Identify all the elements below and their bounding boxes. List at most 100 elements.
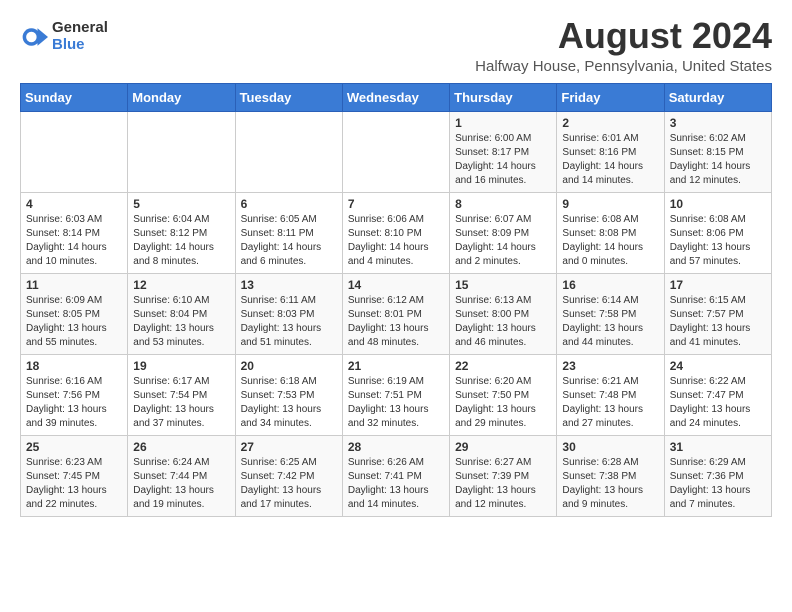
calendar-day-cell: 25 Sunrise: 6:23 AM Sunset: 7:45 PM Dayli…: [21, 435, 128, 516]
logo-general-label: General: [52, 20, 108, 37]
day-number: 15: [455, 278, 551, 292]
day-info: Sunrise: 6:22 AM Sunset: 7:47 PM Dayligh…: [670, 375, 766, 431]
day-number: 8: [455, 197, 551, 211]
day-number: 21: [348, 359, 444, 373]
logo: General Blue: [20, 20, 108, 53]
calendar-day-cell: 14Sunrise: 6:12 AM Sunset: 8:01 PM Dayli…: [342, 273, 449, 354]
day-info: Sunrise: 6:28 AM Sunset: 7:38 PM Dayligh…: [562, 456, 658, 512]
day-info: Sunrise: 6:07 AM Sunset: 8:09 PM Dayligh…: [455, 213, 551, 269]
day-info: Sunrise: 6:16 AM Sunset: 7:56 PM Dayligh…: [26, 375, 122, 431]
calendar-day-cell: 12 Sunrise: 6:10 AM Sunset: 8:04 PM Dayli…: [128, 273, 235, 354]
day-info: Sunrise: 6:10 AM Sunset: 8:04 PM Dayligh…: [133, 294, 229, 350]
day-number: 26: [133, 440, 229, 454]
day-number: 23: [562, 359, 658, 373]
weekday-header-monday: Monday: [128, 83, 235, 111]
calendar-day-cell: 3 Sunrise: 6:02 AM Sunset: 8:15 PM Daylig…: [664, 111, 771, 192]
calendar-day-cell: 30 Sunrise: 6:28 AM Sunset: 7:38 PM Dayli…: [557, 435, 664, 516]
calendar-day-cell: 22 Sunrise: 6:20 AM Sunset: 7:50 PM Dayli…: [450, 354, 557, 435]
day-number: 11: [26, 278, 122, 292]
calendar-day-cell: 18 Sunrise: 6:16 AM Sunset: 7:56 PM Dayli…: [21, 354, 128, 435]
calendar-day-cell: 8 Sunrise: 6:07 AM Sunset: 8:09 PM Daylig…: [450, 192, 557, 273]
calendar-day-cell: 17 Sunrise: 6:15 AM Sunset: 7:57 PM Dayli…: [664, 273, 771, 354]
day-info: Sunrise: 6:09 AM Sunset: 8:05 PM Dayligh…: [26, 294, 122, 350]
calendar-week-row: 1 Sunrise: 6:00 AM Sunset: 8:17 PM Daylig…: [21, 111, 772, 192]
empty-cell: [128, 111, 235, 192]
calendar-day-cell: 29 Sunrise: 6:27 AM Sunset: 7:39 PM Dayli…: [450, 435, 557, 516]
day-number: 28: [348, 440, 444, 454]
day-number: 3: [670, 116, 766, 130]
location-subtitle: Halfway House, Pennsylvania, United Stat…: [475, 58, 772, 75]
day-number: 27: [241, 440, 337, 454]
day-info: Sunrise: 6:05 AM Sunset: 8:11 PM Dayligh…: [241, 213, 337, 269]
empty-cell: [342, 111, 449, 192]
calendar-table: SundayMondayTuesdayWednesdayThursdayFrid…: [20, 83, 772, 517]
day-info: Sunrise: 6:02 AM Sunset: 8:15 PM Dayligh…: [670, 132, 766, 188]
calendar-day-cell: 9Sunrise: 6:08 AM Sunset: 8:08 PM Daylig…: [557, 192, 664, 273]
day-number: 7: [348, 197, 444, 211]
calendar-day-cell: 13 Sunrise: 6:11 AM Sunset: 8:03 PM Dayli…: [235, 273, 342, 354]
day-info: Sunrise: 6:03 AM Sunset: 8:14 PM Dayligh…: [26, 213, 122, 269]
day-number: 12: [133, 278, 229, 292]
day-number: 9: [562, 197, 658, 211]
day-info: Sunrise: 6:14 AM Sunset: 7:58 PM Dayligh…: [562, 294, 658, 350]
day-number: 2: [562, 116, 658, 130]
calendar-week-row: 18 Sunrise: 6:16 AM Sunset: 7:56 PM Dayli…: [21, 354, 772, 435]
day-info: Sunrise: 6:29 AM Sunset: 7:36 PM Dayligh…: [670, 456, 766, 512]
day-info: Sunrise: 6:20 AM Sunset: 7:50 PM Dayligh…: [455, 375, 551, 431]
day-info: Sunrise: 6:25 AM Sunset: 7:42 PM Dayligh…: [241, 456, 337, 512]
day-info: Sunrise: 6:08 AM Sunset: 8:06 PM Dayligh…: [670, 213, 766, 269]
day-info: Sunrise: 6:23 AM Sunset: 7:45 PM Dayligh…: [26, 456, 122, 512]
month-title: August 2024: [475, 16, 772, 56]
day-number: 24: [670, 359, 766, 373]
day-number: 1: [455, 116, 551, 130]
day-number: 16: [562, 278, 658, 292]
day-info: Sunrise: 6:11 AM Sunset: 8:03 PM Dayligh…: [241, 294, 337, 350]
calendar-day-cell: 20 Sunrise: 6:18 AM Sunset: 7:53 PM Dayli…: [235, 354, 342, 435]
day-number: 10: [670, 197, 766, 211]
calendar-day-cell: 31 Sunrise: 6:29 AM Sunset: 7:36 PM Dayli…: [664, 435, 771, 516]
calendar-day-cell: 28 Sunrise: 6:26 AM Sunset: 7:41 PM Dayli…: [342, 435, 449, 516]
calendar-week-row: 4 Sunrise: 6:03 AM Sunset: 8:14 PM Daylig…: [21, 192, 772, 273]
day-number: 22: [455, 359, 551, 373]
day-number: 19: [133, 359, 229, 373]
logo-icon: [20, 23, 48, 51]
day-info: Sunrise: 6:26 AM Sunset: 7:41 PM Dayligh…: [348, 456, 444, 512]
weekday-header-thursday: Thursday: [450, 83, 557, 111]
calendar-day-cell: 24 Sunrise: 6:22 AM Sunset: 7:47 PM Dayli…: [664, 354, 771, 435]
day-info: Sunrise: 6:15 AM Sunset: 7:57 PM Dayligh…: [670, 294, 766, 350]
day-number: 30: [562, 440, 658, 454]
day-info: Sunrise: 6:18 AM Sunset: 7:53 PM Dayligh…: [241, 375, 337, 431]
empty-cell: [21, 111, 128, 192]
title-area: August 2024 Halfway House, Pennsylvania,…: [475, 16, 772, 75]
day-number: 25: [26, 440, 122, 454]
day-number: 4: [26, 197, 122, 211]
day-info: Sunrise: 6:19 AM Sunset: 7:51 PM Dayligh…: [348, 375, 444, 431]
day-number: 31: [670, 440, 766, 454]
day-number: 29: [455, 440, 551, 454]
calendar-week-row: 25 Sunrise: 6:23 AM Sunset: 7:45 PM Dayli…: [21, 435, 772, 516]
day-info: Sunrise: 6:17 AM Sunset: 7:54 PM Dayligh…: [133, 375, 229, 431]
calendar-day-cell: 19 Sunrise: 6:17 AM Sunset: 7:54 PM Dayli…: [128, 354, 235, 435]
day-number: 17: [670, 278, 766, 292]
empty-cell: [235, 111, 342, 192]
weekday-header-friday: Friday: [557, 83, 664, 111]
weekday-header-row: SundayMondayTuesdayWednesdayThursdayFrid…: [21, 83, 772, 111]
calendar-day-cell: 21 Sunrise: 6:19 AM Sunset: 7:51 PM Dayli…: [342, 354, 449, 435]
day-number: 6: [241, 197, 337, 211]
day-number: 14: [348, 278, 444, 292]
day-info: Sunrise: 6:00 AM Sunset: 8:17 PM Dayligh…: [455, 132, 551, 188]
calendar-day-cell: 11 Sunrise: 6:09 AM Sunset: 8:05 PM Dayli…: [21, 273, 128, 354]
weekday-header-saturday: Saturday: [664, 83, 771, 111]
day-number: 20: [241, 359, 337, 373]
calendar-day-cell: 1 Sunrise: 6:00 AM Sunset: 8:17 PM Daylig…: [450, 111, 557, 192]
day-info: Sunrise: 6:06 AM Sunset: 8:10 PM Dayligh…: [348, 213, 444, 269]
day-number: 13: [241, 278, 337, 292]
day-number: 18: [26, 359, 122, 373]
calendar-day-cell: 15Sunrise: 6:13 AM Sunset: 8:00 PM Dayli…: [450, 273, 557, 354]
calendar-day-cell: 16 Sunrise: 6:14 AM Sunset: 7:58 PM Dayli…: [557, 273, 664, 354]
weekday-header-sunday: Sunday: [21, 83, 128, 111]
day-info: Sunrise: 6:27 AM Sunset: 7:39 PM Dayligh…: [455, 456, 551, 512]
day-info: Sunrise: 6:01 AM Sunset: 8:16 PM Dayligh…: [562, 132, 658, 188]
logo-text: General Blue: [52, 20, 108, 53]
calendar-day-cell: 7 Sunrise: 6:06 AM Sunset: 8:10 PM Daylig…: [342, 192, 449, 273]
